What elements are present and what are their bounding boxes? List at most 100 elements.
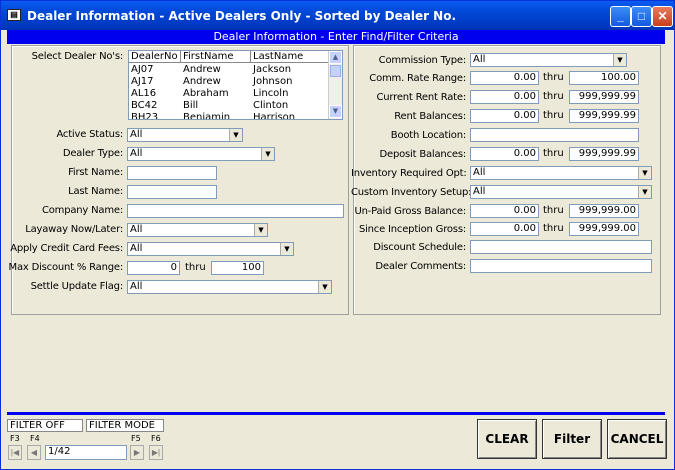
col-firstname[interactable]: FirstName — [181, 51, 251, 63]
discount-schedule-field[interactable] — [470, 240, 652, 254]
thru-label: thru — [543, 148, 564, 159]
thru-label: thru — [543, 91, 564, 102]
active-status-select[interactable]: All ▼ — [127, 128, 243, 142]
chevron-down-icon: ▼ — [229, 129, 242, 141]
next-record-icon[interactable]: ▶ — [130, 445, 144, 460]
comm-rate-label: Comm. Rate Range: — [369, 73, 466, 84]
cancel-button[interactable]: CANCEL — [607, 419, 667, 459]
comm-rate-to[interactable]: 100.00 — [569, 71, 639, 85]
commission-type-select[interactable]: All ▼ — [470, 53, 627, 67]
dealer-type-select[interactable]: All ▼ — [127, 147, 275, 161]
window-title: Dealer Information - Active Dealers Only… — [27, 9, 457, 23]
list-item[interactable]: AL16 Abraham Lincoln — [129, 88, 329, 100]
scroll-thumb[interactable] — [330, 65, 341, 77]
dealer-comments-label: Dealer Comments: — [375, 261, 466, 272]
chevron-down-icon: ▼ — [638, 167, 651, 179]
select-dealer-label: Select Dealer No's: — [31, 51, 124, 62]
col-lastname[interactable]: LastName — [251, 51, 329, 63]
minimize-button[interactable]: _ — [610, 6, 631, 27]
layaway-label: Layaway Now/Later: — [25, 224, 123, 235]
since-inception-from[interactable]: 0.00 — [470, 222, 539, 236]
list-scrollbar[interactable]: ▲ ▼ — [328, 51, 342, 119]
filter-button[interactable]: Filter — [542, 419, 602, 459]
dealer-type-label: Dealer Type: — [62, 148, 123, 159]
since-inception-to[interactable]: 999,999.00 — [569, 222, 639, 236]
company-name-field[interactable] — [127, 204, 344, 218]
booth-location-field[interactable] — [470, 128, 639, 142]
current-rent-from[interactable]: 0.00 — [470, 90, 539, 104]
filter-status: FILTER OFF — [7, 419, 83, 432]
thru-label: thru — [185, 262, 206, 273]
first-name-field[interactable] — [127, 166, 217, 180]
f4-key-label: F4 — [30, 434, 40, 443]
settle-flag-label: Settle Update Flag: — [30, 281, 124, 292]
form-header: Dealer Information - Enter Find/Filter C… — [7, 30, 665, 44]
deposit-balances-from[interactable]: 0.00 — [470, 147, 539, 161]
clear-button[interactable]: CLEAR — [477, 419, 537, 459]
filter-mode: FILTER MODE — [86, 419, 164, 432]
deposit-balances-to[interactable]: 999,999.99 — [569, 147, 639, 161]
company-name-label: Company Name: — [41, 205, 123, 216]
rent-balances-from[interactable]: 0.00 — [470, 109, 539, 123]
max-discount-to[interactable]: 100 — [211, 261, 264, 275]
list-item[interactable]: BC42 Bill Clinton — [129, 100, 329, 112]
first-record-icon[interactable]: |◀ — [8, 445, 22, 460]
settle-flag-select[interactable]: All ▼ — [127, 280, 332, 294]
chevron-down-icon: ▼ — [280, 243, 293, 255]
unpaid-gross-from[interactable]: 0.00 — [470, 204, 539, 218]
credit-fees-select[interactable]: All ▼ — [127, 242, 294, 256]
first-name-label: First Name: — [68, 167, 123, 178]
thru-label: thru — [543, 223, 564, 234]
deposit-balances-label: Deposit Balances: — [379, 149, 467, 160]
list-item[interactable]: AJ17 Andrew Johnson — [129, 76, 329, 88]
last-name-field[interactable] — [127, 185, 217, 199]
layaway-select[interactable]: All ▼ — [127, 223, 268, 237]
comm-rate-from[interactable]: 0.00 — [470, 71, 539, 85]
unpaid-gross-to[interactable]: 999,999.00 — [569, 204, 639, 218]
chevron-down-icon: ▼ — [254, 224, 267, 236]
inventory-required-label: Inventory Required Opt: — [351, 168, 467, 179]
max-discount-from[interactable]: 0 — [127, 261, 180, 275]
discount-schedule-label: Discount Schedule: — [373, 242, 466, 253]
current-rent-to[interactable]: 999,999.99 — [569, 90, 639, 104]
maximize-button[interactable]: □ — [631, 6, 652, 27]
scroll-down-icon[interactable]: ▼ — [329, 105, 342, 118]
chevron-down-icon: ▼ — [638, 186, 651, 198]
record-counter[interactable]: 1/42 — [45, 445, 127, 460]
last-record-icon[interactable]: ▶| — [149, 445, 163, 460]
unpaid-gross-label: Un-Paid Gross Balance: — [354, 206, 467, 217]
dealer-comments-field[interactable] — [470, 259, 652, 273]
f3-key-label: F3 — [10, 434, 20, 443]
right-panel — [353, 45, 661, 315]
current-rent-label: Current Rent Rate: — [376, 92, 466, 103]
booth-location-label: Booth Location: — [390, 130, 466, 141]
f5-key-label: F5 — [131, 434, 141, 443]
list-item[interactable]: BH23 Benjamin Harrison — [129, 112, 329, 119]
dealer-list[interactable]: DealerNo FirstName LastName AJ07 Andrew Ja… — [128, 50, 343, 120]
chevron-down-icon: ▼ — [261, 148, 274, 160]
custom-inventory-label: Custom Inventory Setup: — [351, 187, 472, 198]
chevron-down-icon: ▼ — [613, 54, 626, 66]
scroll-up-icon[interactable]: ▲ — [329, 51, 342, 64]
credit-fees-label: Apply Credit Card Fees: — [10, 243, 123, 254]
since-inception-label: Since Inception Gross: — [358, 224, 466, 235]
max-discount-label: Max Discount % Range: — [8, 262, 124, 273]
dealer-window: ▤ Dealer Information - Active Dealers On… — [0, 0, 675, 470]
inventory-required-select[interactable]: All ▼ — [470, 166, 652, 180]
rent-balances-to[interactable]: 999,999.99 — [569, 109, 639, 123]
custom-inventory-select[interactable]: All ▼ — [470, 185, 652, 199]
f6-key-label: F6 — [151, 434, 161, 443]
title-bar: ▤ Dealer Information - Active Dealers On… — [1, 1, 674, 30]
prev-record-icon[interactable]: ◀ — [27, 445, 41, 460]
thru-label: thru — [543, 72, 564, 83]
commission-type-label: Commission Type: — [378, 55, 467, 66]
app-icon: ▤ — [7, 9, 21, 21]
footer-divider — [7, 412, 665, 415]
close-button[interactable]: ✕ — [652, 6, 673, 27]
active-status-label: Active Status: — [56, 129, 123, 140]
col-dealerno[interactable]: DealerNo — [129, 51, 181, 63]
thru-label: thru — [543, 205, 564, 216]
list-item[interactable]: AJ07 Andrew Jackson — [129, 64, 329, 76]
thru-label: thru — [543, 110, 564, 121]
last-name-label: Last Name: — [68, 186, 123, 197]
